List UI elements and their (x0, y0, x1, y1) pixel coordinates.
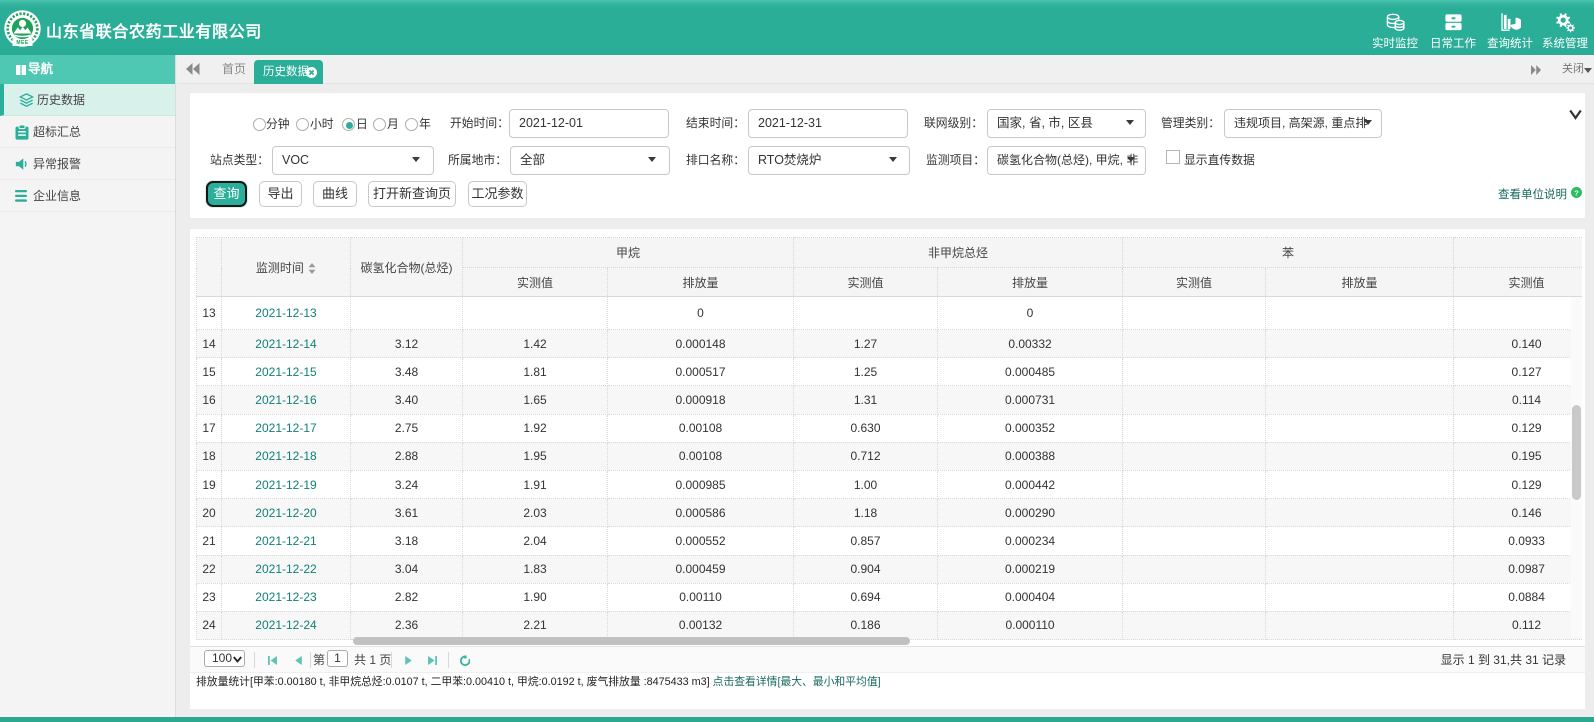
svg-text:MEE: MEE (16, 40, 29, 46)
svg-text:?: ? (1574, 188, 1579, 197)
